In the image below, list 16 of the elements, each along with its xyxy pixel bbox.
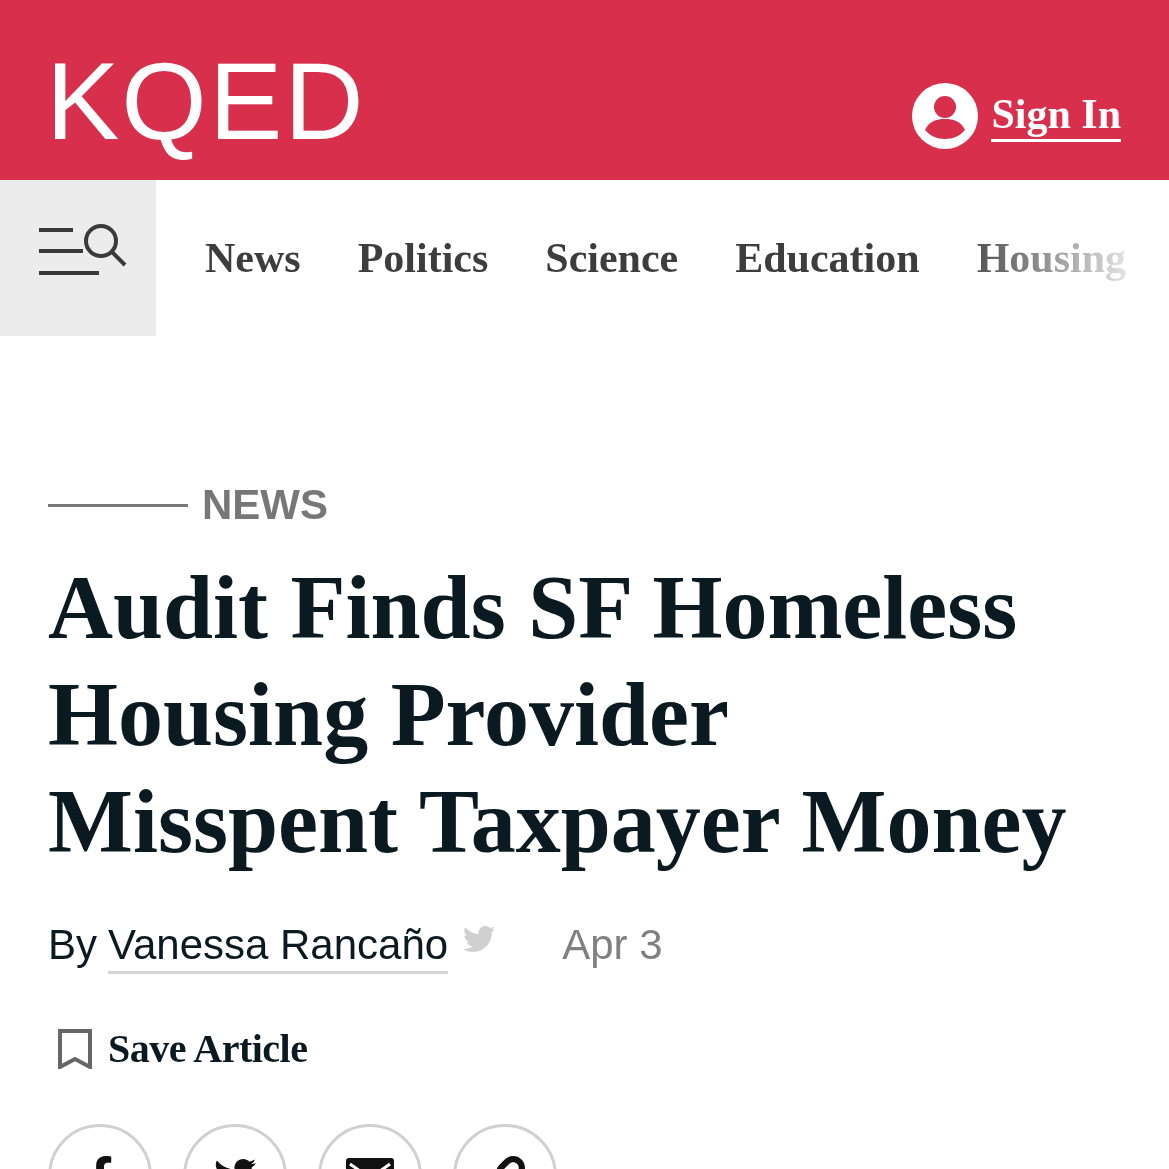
publish-date: Apr 3 (562, 921, 663, 969)
headline: Audit Finds SF Homeless Housing Provider Misspent Taxpayer Money (48, 557, 1068, 873)
nav-link[interactable]: Politics (357, 232, 489, 284)
save-article-label: Save Article (108, 1025, 308, 1073)
section-label: NEWS (202, 481, 328, 529)
menu-search-button[interactable] (0, 180, 156, 336)
nav-link[interactable]: Education (735, 232, 920, 284)
save-article-button[interactable]: Save Article (58, 1025, 308, 1073)
sign-in-link[interactable]: Sign In (991, 90, 1121, 142)
menu-search-icon (37, 222, 127, 278)
author-link[interactable]: Vanessa Rancaño (108, 920, 449, 974)
nav-link[interactable]: News (205, 232, 301, 284)
user-icon (912, 83, 979, 149)
byline-prefix: By (48, 921, 97, 969)
bookmark-icon (58, 1029, 92, 1069)
nav-link[interactable]: Science (545, 232, 679, 284)
